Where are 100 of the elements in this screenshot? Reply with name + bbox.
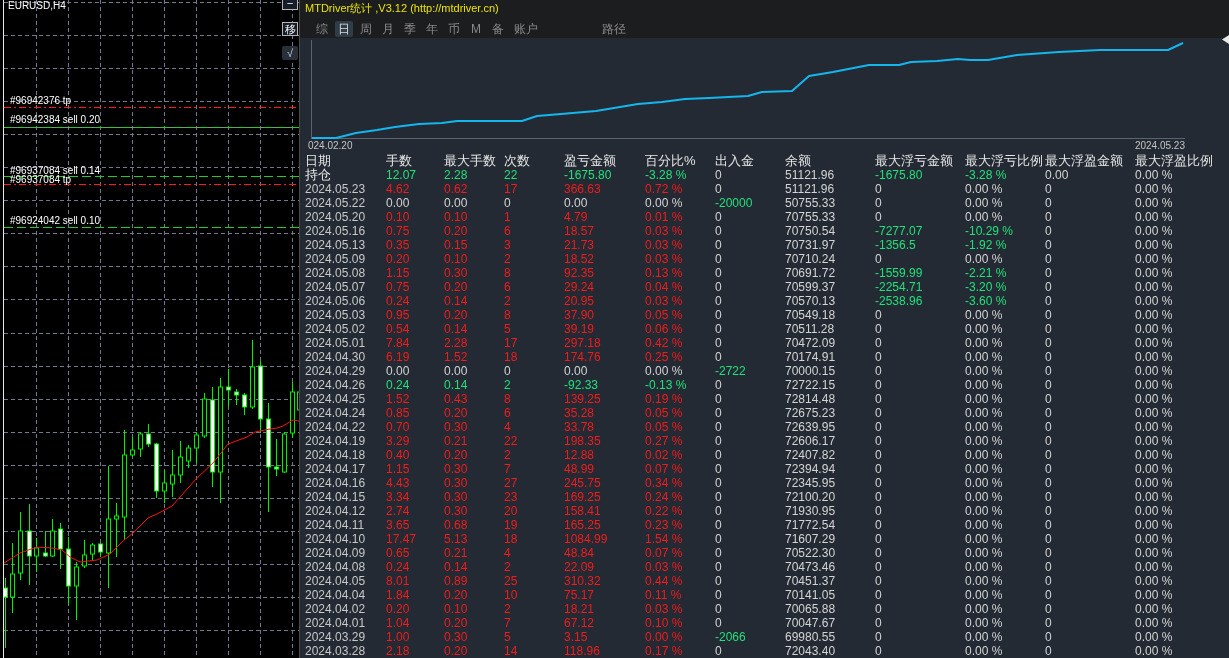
table-cell-text: 174.76 xyxy=(564,350,602,364)
table-cell-text: 1084.99 xyxy=(564,532,609,546)
table-cell-text: 0.00 % xyxy=(965,476,1004,490)
table-cell-text: 0.00 % xyxy=(965,350,1004,364)
table-cell-text: 0.15 xyxy=(444,238,469,252)
table-cell-text: 0 xyxy=(1045,280,1053,294)
table-cell-text: 198.35 xyxy=(564,434,602,448)
table-cell-text: 0.00 % xyxy=(1135,630,1174,644)
table-cell-text: 2 xyxy=(504,560,512,574)
table-cell-text: 0.20 xyxy=(444,308,469,322)
table-cell-text: 0.00 % xyxy=(1135,350,1174,364)
table-cell-text: 0.00 % xyxy=(1135,308,1174,322)
table-cell-text: 3 xyxy=(504,238,512,252)
table-cell-text: 2.28 xyxy=(444,336,469,350)
table-cell-text: -1356.5 xyxy=(875,238,917,252)
table-cell-text: 0 xyxy=(875,546,883,560)
table-cell-text: 4 xyxy=(504,420,512,434)
table-cell-text: 20.95 xyxy=(564,294,596,308)
table-cell-text: 2024.04.18 xyxy=(305,448,367,462)
table-cell-text: 0 xyxy=(715,378,723,392)
table-cell-text: 0 xyxy=(875,392,883,406)
table-cell-text: 0 xyxy=(715,280,723,294)
table-cell-text: 0.20 xyxy=(444,224,469,238)
tab[interactable]: 年 xyxy=(423,21,441,37)
table-cell-text: 0.10 xyxy=(444,252,469,266)
table-cell-text: 12.07 xyxy=(386,168,418,182)
table-cell-text: 1.04 xyxy=(386,616,411,630)
tab[interactable]: 账户 xyxy=(511,21,541,37)
table-cell-text: 0 xyxy=(1045,308,1053,322)
tab[interactable]: 综 xyxy=(313,21,331,37)
column-header: 百分比% xyxy=(645,153,697,168)
table-cell-text: 139.25 xyxy=(564,392,602,406)
table-cell-text: 0.02 % xyxy=(645,448,684,462)
table-cell-text: 0.00 % xyxy=(1135,462,1174,476)
table-cell-text: 0.00 % xyxy=(1135,294,1174,308)
column-header: 最大手数 xyxy=(444,153,497,168)
table-cell-text: 70691.72 xyxy=(785,266,837,280)
tab[interactable]: 周 xyxy=(357,21,375,37)
table-cell-text: 0 xyxy=(715,392,723,406)
table-cell-text: 169.25 xyxy=(564,490,602,504)
tab[interactable]: 月 xyxy=(379,21,397,37)
table-cell-text: 6 xyxy=(504,224,512,238)
tab[interactable]: 路径 xyxy=(599,21,629,37)
table-cell-text: 1.15 xyxy=(386,266,411,280)
table-cell-text: 0.00 % xyxy=(645,196,684,210)
table-cell-text: 0 xyxy=(875,574,883,588)
table-cell-text: 0.00 % xyxy=(965,378,1004,392)
table-cell-text: 0 xyxy=(875,616,883,630)
table-cell-text: 72043.40 xyxy=(785,644,837,658)
table-cell-text: 75.17 xyxy=(564,588,596,602)
table-cell-text: 0.00 xyxy=(564,196,589,210)
table-cell-text: 2024.05.22 xyxy=(305,196,367,210)
tab[interactable]: 日 xyxy=(335,21,353,37)
table-cell-text: 0.07 % xyxy=(645,546,684,560)
table-cell-text: 37.90 xyxy=(564,308,596,322)
table-cell-text: 0 xyxy=(875,182,883,196)
table-cell-text: 0 xyxy=(715,574,723,588)
table-cell-text: 21.73 xyxy=(564,238,596,252)
table-cell-text: 0.10 % xyxy=(645,616,684,630)
tab[interactable]: M xyxy=(467,21,485,37)
table-cell-text: 3.29 xyxy=(386,434,411,448)
table-cell-text: 0.24 xyxy=(386,378,411,392)
table-cell-text: 70141.05 xyxy=(785,588,837,602)
tab[interactable]: 季 xyxy=(401,21,419,37)
left-arrow-icon[interactable] xyxy=(1222,35,1229,44)
table-cell-text: 71930.95 xyxy=(785,504,837,518)
table-cell-text: 12.88 xyxy=(564,448,596,462)
column-header: 最大浮盈金额 xyxy=(1045,153,1124,168)
table-cell-text: 0 xyxy=(875,504,883,518)
table-cell-text: 0.00 % xyxy=(1135,238,1174,252)
table-cell-text: 2024.04.04 xyxy=(305,588,367,602)
table-cell-text: 0 xyxy=(715,308,723,322)
table-cell-text: 70599.37 xyxy=(785,280,837,294)
table-cell-text: 18 xyxy=(504,532,519,546)
table-cell-text: 0.00 % xyxy=(965,518,1004,532)
column-header: 盈亏金额 xyxy=(564,153,617,168)
table-cell-text: 4 xyxy=(504,546,512,560)
table-cell-text: 0.20 xyxy=(444,406,469,420)
table-cell-text: 0 xyxy=(715,224,723,238)
table-cell-text: 23 xyxy=(504,490,519,504)
table-cell-text: 0.00 % xyxy=(965,630,1004,644)
table-cell-text: 0.24 % xyxy=(645,490,684,504)
table-cell-text: 0.00 % xyxy=(1135,588,1174,602)
tab[interactable]: 币 xyxy=(445,21,463,37)
table-cell-text: 70511.28 xyxy=(785,322,836,336)
table-cell-text: 14 xyxy=(504,644,519,658)
table-cell-text: 0 xyxy=(1045,644,1053,658)
table-cell-text: 0 xyxy=(875,378,883,392)
table-cell-text: 245.75 xyxy=(564,476,602,490)
tab[interactable]: 备 xyxy=(489,21,507,37)
column-header: 出入金 xyxy=(715,153,755,168)
table-cell-text: 0.00 % xyxy=(965,364,1004,378)
table-cell-text: 72722.15 xyxy=(785,378,837,392)
table-cell-text: 70750.54 xyxy=(785,224,837,238)
table-cell-text: 0.00 % xyxy=(1135,322,1174,336)
table-cell-text: 0 xyxy=(875,322,883,336)
table-cell-text: 0 xyxy=(1045,406,1053,420)
table-cell-text: 0.10 xyxy=(444,210,469,224)
table-cell-text: 0 xyxy=(1045,224,1053,238)
table-cell-text: 0.75 xyxy=(386,224,411,238)
